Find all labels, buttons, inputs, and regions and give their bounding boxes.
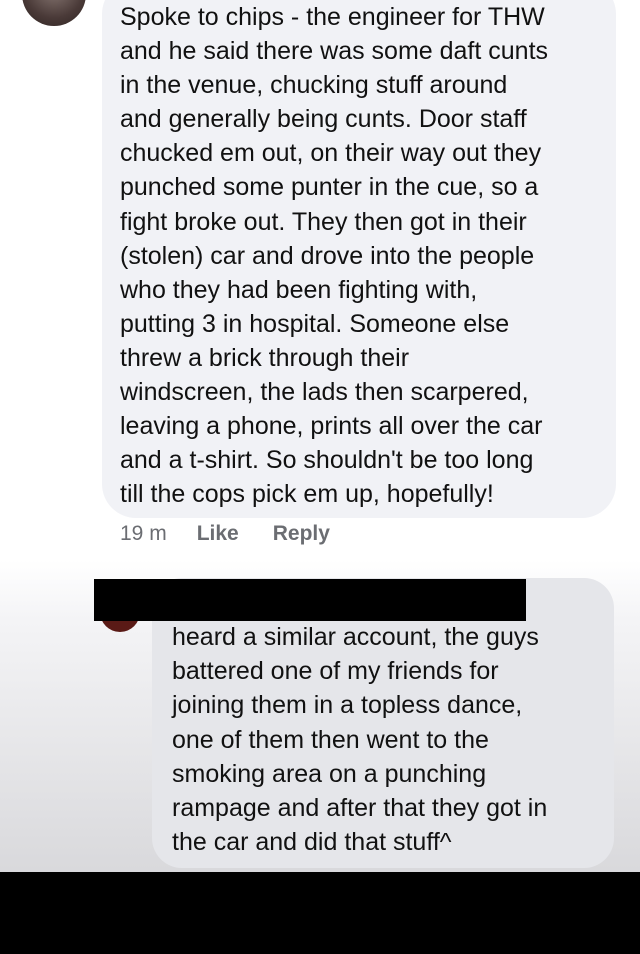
bottom-black-bar [0,872,640,954]
like-button[interactable]: Like [197,522,239,546]
reply-button[interactable]: Reply [273,522,330,546]
reply-comment-text: heard a similar account, the guys batter… [172,623,548,857]
commenter-avatar[interactable] [22,0,86,26]
comment-text: Spoke to chips - the engineer for THW an… [120,3,549,509]
redacted-name-bar [94,579,526,621]
comment-actions: 19 m Like Reply [120,522,330,546]
comment-timestamp: 19 m [120,522,167,545]
